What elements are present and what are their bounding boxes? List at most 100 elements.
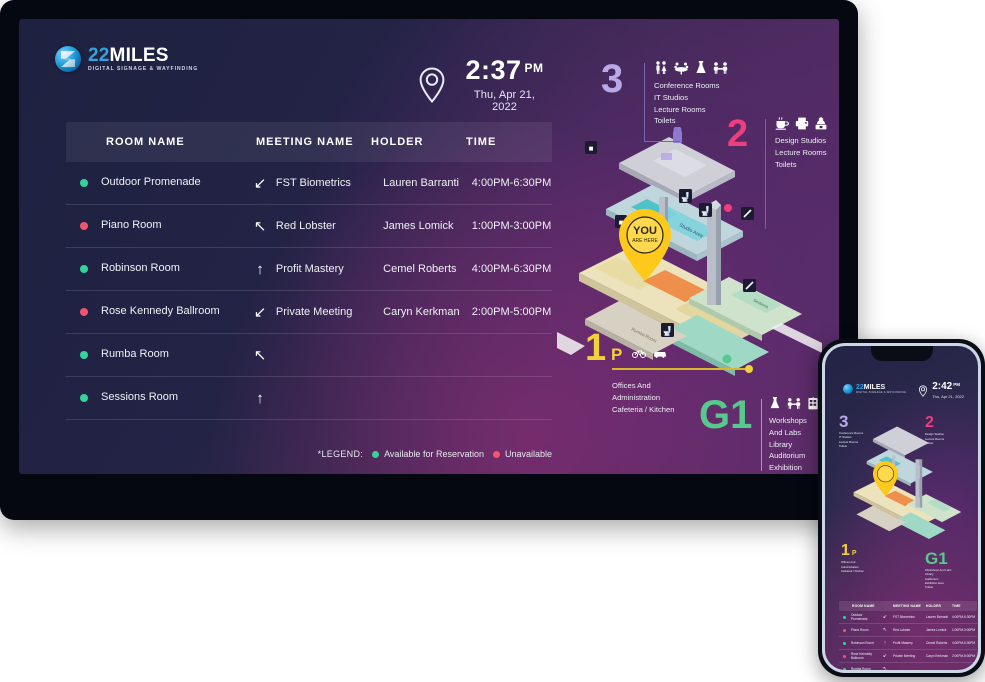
phone-time-ampm: PM [953,382,960,387]
logo-globe-icon [55,46,81,73]
monitor-screen: 22MILES DIGITAL SIGNAGE & WAYFINDING 2:3… [19,19,839,474]
phone-notch [870,346,933,361]
map-badge-restroom-e: 🚽 [661,323,674,337]
map-badge-escalator-a [741,207,754,220]
printer-icon [795,117,809,130]
table-row[interactable]: Rumba Room ↖ [66,334,552,377]
legend-available-label: Available for Reservation [384,449,484,459]
floor-3-item: Toilets [654,116,676,126]
status-dot [80,394,88,402]
parking-label: P [611,345,623,364]
meeting-time: 1:00PM-3:00PM [471,220,552,232]
room-cell: Sessions Room [66,391,244,405]
floor-number-1: 1 [585,327,607,369]
room-directory-panel: 22MILES DIGITAL SIGNAGE & WAYFINDING 2:3… [19,19,552,474]
legend-unavailable-dot [492,450,500,458]
phone-current-time: 2:42PM [932,382,964,392]
meeting-people-icon [787,398,801,409]
map-badge-restroom-b: 🚽 [679,189,692,203]
phone-frame: 22MILES DIGITAL SIGNAGE & WAYFINDING 2:4… [822,343,981,673]
phone-direction-arrow-icon: ↑ [883,640,887,646]
clock-block: 2:37 PM Thu, Apr 21, 2022 [417,57,549,113]
phone-floor-block-g1[interactable]: G1 Workshops And Labs Library Auditorium… [925,549,951,589]
phone-holder-name: Cemel Roberts [926,641,948,645]
direction-arrow-icon: ↑ [256,260,264,278]
phone-device: 22MILES DIGITAL SIGNAGE & WAYFINDING 2:4… [818,339,985,677]
lab-flask-icon [770,397,780,409]
floor-3-item: Lecture Rooms [654,104,706,114]
floor-g1-rule [761,399,762,471]
phone-room-cell: Outdoor Promenade ↙ [839,613,893,621]
phone-meeting-time: 4:00PM-6:30PM [952,615,976,619]
phone-brand-name: 22MILES [856,384,906,391]
map-connector-floor2 [724,204,732,212]
room-name: Rumba Room [101,348,169,361]
direction-arrow-icon: ↖ [253,218,267,235]
phone-brand-number: 22 [856,384,864,391]
column-header-room-name: ROOM NAME [106,136,185,148]
column-header-meeting-name: MEETING NAME [256,136,354,148]
phone-meeting-time: 1:00PM-3:00PM [952,628,976,632]
floor-1-connector-line [612,365,753,372]
phone-floor-1-list: Offices And Administration Cafeteria / K… [841,560,864,573]
meeting-time: 2:00PM-5:00PM [471,306,552,318]
phone-direction-arrow-icon: ↙ [882,614,888,620]
phone-table-row[interactable]: Rose Kennedy Ballroom ↙ Private Meeting Car… [839,650,977,663]
room-cell: Outdoor Promenade [66,176,244,190]
holder-name: Cemel Roberts [383,263,457,275]
status-dot [80,351,88,359]
map-floor-3[interactable] [619,127,735,203]
you-are-here-line2: ARE HERE [632,238,658,244]
holder-name: Caryn Kerkman [383,306,460,318]
table-row[interactable]: Outdoor Promenade ↙ FST Biometrics Lauren B… [66,162,552,205]
table-row[interactable]: Sessions Room ↑ [66,377,552,420]
phone-meeting-name: Profit Mastery [893,641,913,645]
svg-text:🚽: 🚽 [700,205,711,216]
meeting-people-icon [713,62,728,74]
legend: *LEGEND: Available for Reservation Unava… [66,449,552,459]
floor-2-rule [765,119,766,229]
svg-text:■: ■ [589,144,594,153]
status-dot [80,265,88,273]
direction-arrow-icon: ↑ [256,389,264,407]
floor-2-item: Lecture Rooms [775,147,827,157]
map-connector-g1 [722,354,732,364]
phone-floor-1-item: Cafeteria / Kitchen [841,568,865,573]
room-cell: Rose Kennedy Ballroom [66,305,244,319]
phone-brand-tagline: DIGITAL SIGNAGE & WAYFINDING [856,391,907,394]
floor-g1-list: Workshops And Labs Library Auditorium Ex… [769,415,819,474]
brand-word: MILES [109,45,169,66]
meeting-time: 4:00PM-6:30PM [471,263,552,275]
phone-floor-number-g1: G1 [925,549,948,568]
floor-g1-item: Auditorium [769,451,806,461]
holder-name: James Lomick [383,220,454,232]
status-dot [80,179,88,187]
phone-meeting-name: Private Meeting [893,654,916,658]
room-name: Sessions Room [101,391,179,404]
floor-3-rule [644,63,680,142]
floor-number-2: 2 [727,113,749,155]
phone-table-header-row: ROOM NAME MEETING NAME HOLDER TIME [839,601,977,611]
table-row[interactable]: Robinson Room ↑ Profit Mastery Cemel Robert… [66,248,552,291]
phone-table-row[interactable]: Piano Room ↖ Red Lobster James Lomick 1:00PM… [839,624,977,637]
phone-table-row[interactable]: Outdoor Promenade ↙ FST Biometrics Lauren B… [839,611,977,624]
floor-g1-item: Workshops And Labs [769,416,807,437]
room-name: Rose Kennedy Ballroom [101,305,220,318]
phone-isometric-building-map[interactable] [843,418,971,546]
phone-holder-name: Lauren Barranti [926,615,948,619]
wayfinding-map-panel: Studio Area Piano Room Sess [549,19,839,474]
table-row[interactable]: Rose Kennedy Ballroom ↙ Private Meeting Car… [66,291,552,334]
brand-number: 22 [88,45,110,66]
phone-table-row[interactable]: Robinson Room ↑ Profit Mastery Cemel Robert… [839,637,977,650]
phone-holder-name: Caryn Kerkman [926,654,949,658]
phone-floor-block-1[interactable]: 1 P Offices And Administration Cafeteria… [841,542,864,573]
legend-available-dot [372,450,380,458]
phone-parking-label: P [851,550,857,557]
lab-flask-icon [696,61,706,73]
direction-arrow-icon: ↖ [253,347,267,364]
phone-table-body: Outdoor Promenade ↙ FST Biometrics Lauren B… [839,611,977,670]
phone-table-row[interactable]: Rumba Room ↖ [839,663,977,670]
restrooms-icon [656,61,667,74]
phone-location-pin-icon [919,384,928,397]
table-row[interactable]: Piano Room ↖ Red Lobster James Lomick 1:00PM… [66,205,552,248]
